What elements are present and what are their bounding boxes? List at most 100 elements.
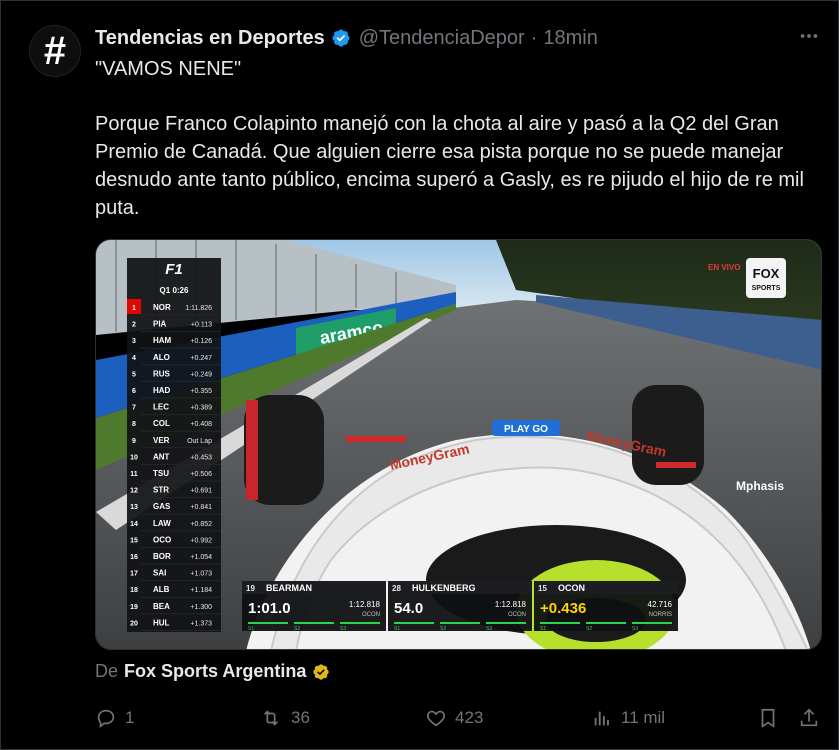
onboard-ref-time: 1:12.818	[349, 600, 381, 609]
reply-button[interactable]: 1	[95, 703, 134, 733]
tower-driver-code: BEA	[153, 602, 170, 611]
separator-dot: ·	[530, 26, 538, 49]
tower-pos: 1	[132, 305, 136, 312]
tweet-title: "VAMOS NENE"	[95, 58, 242, 80]
session-clock: Q1 0:26	[160, 286, 189, 295]
onboard-driver-name: HULKENBERG	[412, 583, 476, 593]
tower-pos: 20	[130, 620, 138, 627]
onboard-box-header	[242, 581, 386, 594]
onboard-ref-time: 42.716	[648, 600, 673, 609]
account-name[interactable]: Tendencias en Deportes	[95, 27, 325, 50]
tweet-media-video[interactable]: aramco MoneyGram MoneyGram Mphasis PLAY …	[95, 239, 822, 650]
onboard-num: 19	[246, 584, 255, 593]
sector-bar	[294, 622, 334, 624]
tower-gap: +0.506	[190, 471, 212, 478]
tower-gap: +0.408	[190, 421, 212, 428]
tweet-text: "VAMOS NENE" Porque Franco Colapinto man…	[95, 55, 830, 249]
tower-pos: 4	[132, 355, 136, 362]
tower-gap: +0.247	[190, 355, 212, 362]
tower-gap: +0.841	[190, 504, 212, 511]
onboard-timing-boxes: 19 BEARMAN 1:01.0 1:12.818 OCON S1 S2 S3 28 HULKE…	[242, 581, 678, 632]
sector-bar	[486, 622, 526, 624]
repost-icon	[263, 710, 279, 726]
network-logo: FOX	[753, 266, 780, 281]
sector-label: S1	[540, 626, 546, 632]
sector-bar	[540, 622, 580, 624]
tower-driver-code: TSU	[153, 469, 169, 478]
sector-bar	[394, 622, 434, 624]
onboard-ref-time: 1:12.818	[495, 600, 527, 609]
tower-driver-code: GAS	[153, 502, 171, 511]
tower-gap: +0.355	[190, 388, 212, 395]
tower-pos: 3	[132, 338, 136, 345]
onboard-num: 28	[392, 584, 401, 593]
tower-gap: +0.691	[190, 488, 212, 495]
onboard-ref-driver: NORRIS	[649, 612, 672, 618]
tower-driver-code: OCO	[153, 535, 171, 544]
reply-count: 1	[125, 708, 135, 727]
onboard-box: 15 OCON +0.436 42.716 NORRIS S1 S2 S3	[534, 581, 678, 632]
tower-driver-code: LEC	[153, 403, 169, 412]
bookmark-button[interactable]	[757, 703, 787, 733]
tower-driver-code: VER	[153, 436, 170, 445]
tower-pos: 10	[130, 454, 138, 461]
tweet-card[interactable]: # Tendencias en Deportes @TendenciaDepor…	[0, 0, 839, 750]
tower-pos: 18	[130, 587, 138, 594]
tower-driver-code: STR	[153, 486, 169, 495]
avatar[interactable]: #	[29, 25, 81, 77]
tower-driver-code: ALB	[153, 585, 170, 594]
sector-bar	[586, 622, 626, 624]
tower-driver-code: BOR	[153, 552, 171, 561]
media-source[interactable]: De Fox Sports Argentina	[95, 661, 330, 682]
source-prefix: De	[95, 661, 119, 681]
tower-gap: +0.126	[190, 338, 212, 345]
repost-button[interactable]: 36	[259, 703, 310, 733]
sponsor-text: Mphasis	[736, 479, 784, 493]
views-button[interactable]: 11 mil	[591, 703, 665, 733]
verified-badge-icon	[332, 29, 350, 47]
tower-pos: 9	[132, 438, 136, 445]
gold-verified-badge-icon	[313, 663, 330, 680]
f1-logo: F1	[165, 261, 183, 278]
more-options-icon[interactable]	[798, 25, 820, 53]
tower-pos: 19	[130, 604, 138, 611]
tower-driver-code: LAW	[153, 519, 171, 528]
avatar-glyph: #	[43, 29, 67, 73]
tower-pos: 5	[132, 371, 136, 378]
onboard-box-header	[534, 581, 678, 594]
tweet-body: Porque Franco Colapinto manejó con la ch…	[95, 113, 804, 219]
sector-label: S1	[394, 626, 400, 632]
tower-pos: 8	[132, 421, 136, 428]
source-name[interactable]: Fox Sports Argentina	[124, 661, 306, 682]
sector-bar	[632, 622, 672, 624]
tower-pos: 6	[132, 388, 136, 395]
tower-driver-code: COL	[153, 419, 170, 428]
sector-bar	[248, 622, 288, 624]
action-bar: 1 36 423 11 mil	[95, 703, 825, 733]
onboard-box: 28 HULKENBERG 54.0 1:12.818 OCON S1 S2 S3	[388, 581, 532, 632]
tower-driver-code: SAI	[153, 569, 166, 578]
tower-driver-code: HAM	[153, 336, 172, 345]
timestamp[interactable]: 18min	[543, 27, 597, 50]
network-logo-sub: SPORTS	[752, 285, 781, 292]
tower-gap: +0.992	[190, 537, 212, 544]
like-count: 423	[455, 708, 484, 727]
onboard-box: 19 BEARMAN 1:01.0 1:12.818 OCON S1 S2 S3	[242, 581, 386, 632]
repost-count: 36	[291, 708, 310, 727]
share-button[interactable]	[798, 703, 828, 733]
bookmark-icon	[761, 708, 775, 728]
tower-driver-code: RUS	[153, 369, 171, 378]
sector-label: S3	[340, 626, 346, 632]
like-button[interactable]: 423	[425, 703, 483, 733]
tower-gap: +1.184	[190, 587, 212, 594]
tower-driver-code: HAD	[153, 386, 171, 395]
tower-pos: 13	[130, 504, 138, 511]
tower-pos: 16	[130, 554, 138, 561]
sector-label: S2	[586, 626, 592, 632]
account-handle[interactable]: @TendenciaDepor	[359, 27, 525, 50]
onboard-time: 1:01.0	[248, 600, 291, 617]
onboard-driver-name: BEARMAN	[266, 583, 312, 593]
tower-gap: +0.113	[191, 322, 212, 329]
onboard-time: 54.0	[394, 600, 423, 617]
tower-gap: +1.054	[190, 554, 212, 561]
